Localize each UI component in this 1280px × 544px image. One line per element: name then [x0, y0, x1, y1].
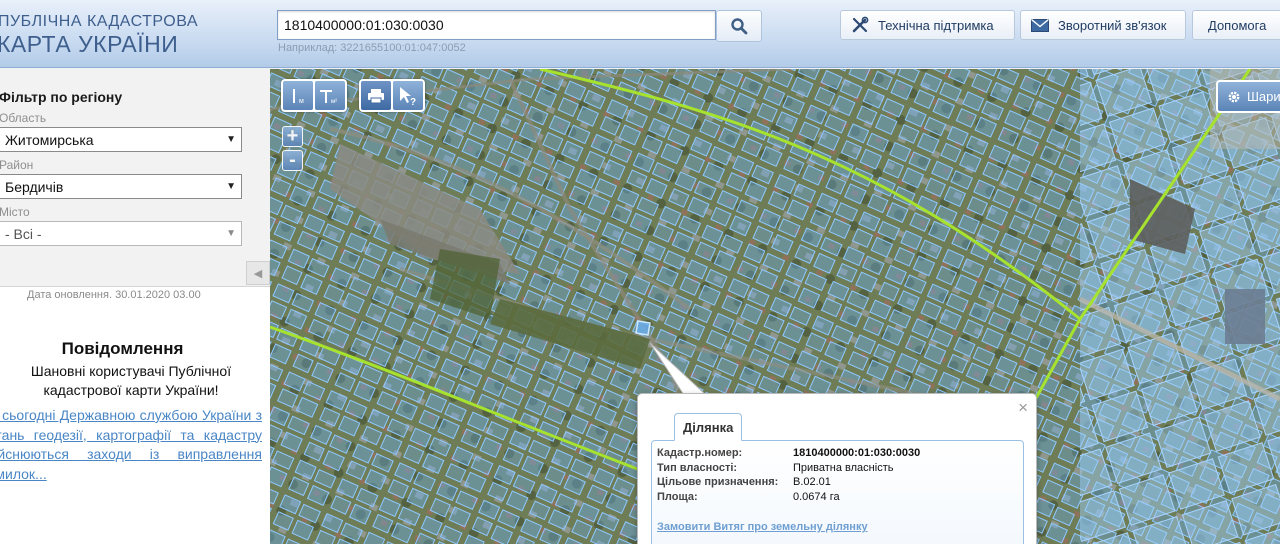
purpose-value: В.02.01	[793, 476, 831, 488]
oblast-select[interactable]: Житомирська ▼	[0, 127, 242, 152]
logo-line-1: ПУБЛІЧНА КАДАСТРОВА	[0, 13, 198, 30]
close-icon[interactable]: ×	[1018, 398, 1028, 418]
ownership-value: Приватна власність	[793, 461, 894, 474]
measure-tools: м м²	[281, 79, 347, 112]
tools-icon	[852, 16, 869, 33]
feedback-button-label: Зворотний зв'язок	[1058, 17, 1167, 33]
layers-button[interactable]: Шари	[1216, 80, 1280, 113]
parcel-info-table: Кадастр.номер: 1810400000:01:030:0030 Ти…	[657, 447, 920, 505]
zoom-out-button[interactable]: -	[282, 149, 303, 171]
left-panel: Фільтр по регіону Область Житомирська ▼ …	[0, 69, 270, 544]
table-row: Площа: 0.0674 га	[657, 491, 920, 506]
update-date: Дата оновлення. 30.01.2020 03.00	[27, 289, 201, 301]
dropdown-arrow-icon: ▼	[226, 181, 236, 192]
parcel-info: Кадастр.номер: 1810400000:01:030:0030 Ти…	[651, 440, 1024, 544]
ruler-area-icon: м²	[320, 89, 337, 105]
envelope-icon	[1031, 18, 1049, 32]
action-tools: ?	[359, 79, 425, 112]
notice-link[interactable]: На сьогодні Державною службою України з …	[0, 406, 262, 484]
support-button[interactable]: Технічна підтримка	[840, 10, 1015, 40]
notice-title: Повідомлення	[61, 339, 184, 358]
svg-text:м²: м²	[331, 99, 337, 105]
feedback-button[interactable]: Зворотний зв'язок	[1020, 10, 1186, 40]
svg-text:?: ?	[410, 97, 416, 107]
order-extract-link[interactable]: Замовити Витяг про земельну ділянку	[657, 521, 868, 533]
table-row: Кадастр.номер: 1810400000:01:030:0030	[657, 447, 920, 462]
cursor-question-icon: ?	[400, 86, 416, 107]
misto-select-value: - Всі -	[5, 225, 42, 242]
zoom-in-button[interactable]: +	[282, 125, 303, 147]
map-view[interactable]: м м² ? + - Шари × Ділянка Кадастр.номер:…	[270, 69, 1280, 544]
oblast-label: Область	[0, 111, 47, 125]
popup-pointer	[649, 342, 708, 396]
layers-button-label: Шари	[1247, 89, 1280, 104]
rayon-label: Район	[0, 158, 34, 172]
dropdown-arrow-icon: ▼	[226, 228, 236, 239]
oblast-select-value: Житомирська	[5, 131, 94, 148]
search-button[interactable]	[716, 10, 762, 42]
help-button-label: Допомога	[1208, 17, 1267, 33]
ruler-line-icon: м	[293, 88, 304, 105]
identify-button[interactable]: ?	[393, 81, 423, 110]
rayon-select-value: Бердичів	[5, 178, 64, 195]
table-row: Цільове призначення: В.02.01	[657, 476, 920, 491]
print-button[interactable]	[361, 81, 391, 110]
rayon-select[interactable]: Бердичів ▼	[0, 174, 242, 199]
purpose-label: Цільове призначення:	[657, 476, 779, 488]
search-hint: Наприклад: 3221655100:01:047:0052	[278, 42, 466, 54]
search-icon	[731, 18, 748, 35]
help-button[interactable]: Допомога	[1192, 10, 1280, 40]
gear-icon	[1228, 91, 1240, 102]
misto-select[interactable]: - Всі - ▼	[0, 221, 242, 246]
tab-parcel[interactable]: Ділянка	[674, 413, 743, 441]
measure-area-button[interactable]: м²	[315, 81, 345, 110]
dropdown-arrow-icon: ▼	[226, 134, 236, 145]
search-input[interactable]	[277, 10, 716, 40]
ownership-label: Тип власності:	[657, 461, 738, 474]
measure-line-button[interactable]: м	[283, 81, 313, 110]
notice-greeting: Шановні користувачі Публічної кадастрово…	[30, 363, 232, 398]
svg-text:м: м	[299, 98, 304, 105]
area-label: Площа:	[657, 490, 698, 503]
cadnum-value: 1810400000:01:030:0030	[793, 447, 921, 459]
misto-label: Місто	[0, 205, 30, 219]
area-value: 0.0674 га	[793, 490, 840, 503]
triangle-left-icon: ◀	[253, 267, 263, 280]
logo-line-2: КАРТА УКРАЇНИ	[0, 31, 179, 57]
support-button-label: Технічна підтримка	[878, 17, 994, 33]
printer-icon	[368, 88, 384, 103]
region-filter: Фільтр по регіону Область Житомирська ▼ …	[0, 69, 270, 287]
table-row: Тип власності: Приватна власність	[657, 462, 920, 477]
cadnum-label: Кадастр.номер:	[657, 447, 743, 459]
collapse-panel-button[interactable]: ◀	[246, 261, 270, 285]
header: ПУБЛІЧНА КАДАСТРОВА КАРТА УКРАЇНИ Наприк…	[0, 0, 1280, 68]
filter-title: Фільтр по регіону	[0, 89, 123, 105]
parcel-popup: × Ділянка Кадастр.номер: 1810400000:01:0…	[637, 393, 1037, 544]
